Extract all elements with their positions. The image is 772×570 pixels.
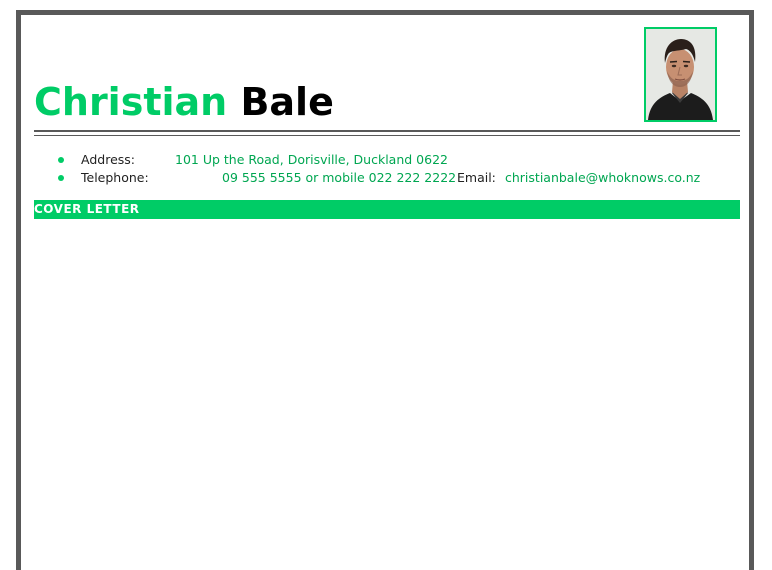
- applicant-name: Christian Bale: [34, 78, 334, 126]
- address-value: 101 Up the Road, Dorisville, Duckland 06…: [175, 152, 448, 167]
- portrait-image: [646, 29, 715, 120]
- email-value[interactable]: christianbale@whoknows.co.nz: [505, 169, 700, 187]
- bullet-icon: [58, 157, 64, 163]
- first-name: Christian: [34, 80, 228, 124]
- section-title: COVER LETTER: [34, 202, 140, 216]
- address-label: Address:: [81, 152, 135, 167]
- header-divider-thick: [34, 130, 740, 132]
- profile-photo: [644, 27, 717, 122]
- contact-address-row: Address: 101 Up the Road, Dorisville, Du…: [58, 151, 558, 169]
- telephone-value: 09 555 5555 or mobile 022 222 2222: [222, 170, 457, 185]
- header-divider-thin: [34, 135, 740, 136]
- email-label: Email:: [457, 170, 496, 185]
- telephone-label: Telephone:: [81, 170, 149, 185]
- section-header-bar: COVER LETTER: [34, 200, 740, 219]
- contact-phone-row: Telephone: 09 555 5555 or mobile 022 222…: [58, 169, 748, 187]
- last-name: Bale: [240, 80, 334, 124]
- bullet-icon: [58, 175, 64, 181]
